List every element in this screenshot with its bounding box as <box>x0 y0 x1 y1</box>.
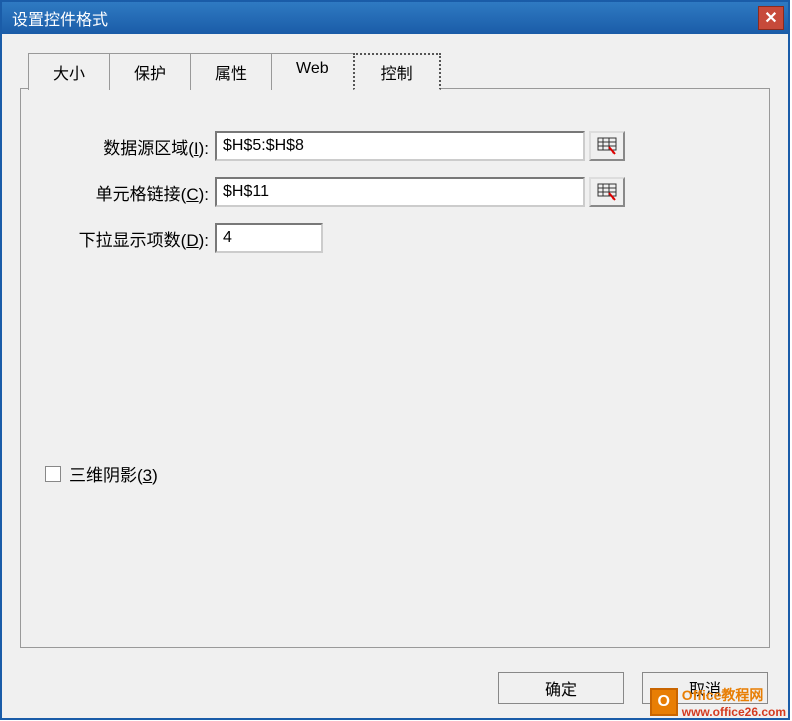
range-select-icon <box>597 137 617 155</box>
range-picker-cell-link[interactable] <box>589 177 625 207</box>
tab-panel-control: 数据源区域(I): 单元格链接(C <box>20 88 770 648</box>
label-data-source: 数据源区域(I): <box>45 134 215 159</box>
tab-properties[interactable]: 属性 <box>190 53 272 90</box>
watermark-text-2: www.office26.com <box>682 705 786 719</box>
window-title: 设置控件格式 <box>12 6 108 30</box>
label-cell-link: 单元格链接(C): <box>45 180 215 205</box>
tab-control[interactable]: 控制 <box>353 53 441 90</box>
tab-protection[interactable]: 保护 <box>109 53 191 90</box>
watermark: O Office教程网 www.office26.com <box>650 685 786 719</box>
ok-button[interactable]: 确定 <box>498 672 624 704</box>
tab-size[interactable]: 大小 <box>28 53 110 90</box>
row-cell-link: 单元格链接(C): <box>45 177 745 207</box>
tab-web[interactable]: Web <box>271 53 354 90</box>
input-dropdown-lines[interactable] <box>215 223 323 253</box>
checkbox-3d-shadow[interactable] <box>45 466 61 482</box>
close-button[interactable]: ✕ <box>758 6 784 30</box>
dialog-window: 设置控件格式 ✕ 大小 保护 属性 Web 控制 数据源区域(I): <box>0 0 790 720</box>
tab-strip: 大小 保护 属性 Web 控制 <box>28 52 770 89</box>
title-bar: 设置控件格式 ✕ <box>2 2 788 34</box>
label-dropdown-lines: 下拉显示项数(D): <box>45 226 215 251</box>
range-picker-data-source[interactable] <box>589 131 625 161</box>
row-3d-shadow: 三维阴影(3) <box>45 461 158 486</box>
watermark-text-1: Office教程网 <box>682 685 786 705</box>
range-select-icon <box>597 183 617 201</box>
input-data-source[interactable] <box>215 131 585 161</box>
label-3d-shadow: 三维阴影(3) <box>69 461 158 486</box>
dialog-body: 大小 保护 属性 Web 控制 数据源区域(I): <box>2 34 788 718</box>
close-icon: ✕ <box>764 8 777 28</box>
input-cell-link[interactable] <box>215 177 585 207</box>
watermark-logo-icon: O <box>650 688 678 716</box>
row-dropdown-lines: 下拉显示项数(D): <box>45 223 745 253</box>
row-data-source: 数据源区域(I): <box>45 131 745 161</box>
